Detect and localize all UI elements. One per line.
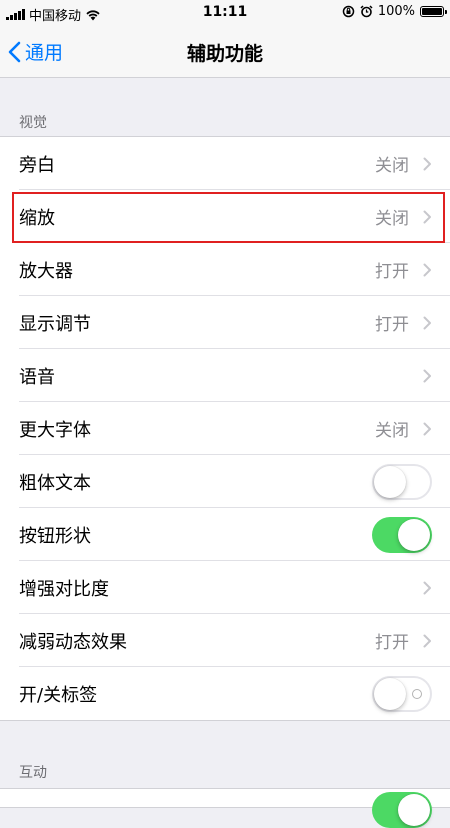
disclosure-indicator xyxy=(423,210,432,224)
chevron-right-icon xyxy=(423,581,431,594)
row-label: 开/关标签 xyxy=(19,684,98,706)
disclosure-indicator xyxy=(423,316,432,330)
row-label: 缩放 xyxy=(19,207,55,229)
settings-row[interactable]: 缩放 关闭 xyxy=(0,190,450,243)
settings-row[interactable]: 更大字体 关闭 xyxy=(0,402,450,455)
off-label-icon xyxy=(412,688,422,699)
disclosure-indicator xyxy=(423,263,432,277)
row-value: 关闭 xyxy=(375,156,409,176)
settings-row[interactable]: 开/关标签 xyxy=(0,667,450,720)
chevron-right-icon xyxy=(423,369,431,382)
settings-row[interactable]: 语音 xyxy=(0,349,450,402)
disclosure-indicator xyxy=(423,157,432,171)
row-label: 更大字体 xyxy=(19,419,91,441)
interaction-toggle[interactable] xyxy=(372,792,432,828)
rotation-lock-icon xyxy=(342,5,355,18)
settings-row[interactable]: 放大器 打开 xyxy=(0,243,450,296)
chevron-right-icon xyxy=(423,634,431,647)
row-label: 减弱动态效果 xyxy=(19,631,127,653)
row-label: 显示调节 xyxy=(19,313,91,335)
settings-row[interactable]: 减弱动态效果 打开 xyxy=(0,614,450,667)
settings-row[interactable]: 增强对比度 xyxy=(0,561,450,614)
toggle-knob xyxy=(374,465,406,498)
chevron-right-icon xyxy=(423,210,431,223)
settings-row[interactable]: 旁白 关闭 xyxy=(0,137,450,190)
disclosure-indicator xyxy=(423,369,432,383)
toggle-knob xyxy=(374,677,406,710)
battery-icon xyxy=(420,6,447,17)
chevron-right-icon xyxy=(423,157,431,170)
chevron-right-icon xyxy=(423,316,431,329)
alarm-icon xyxy=(360,5,373,18)
toggle-knob xyxy=(398,518,430,551)
toggle-switch[interactable] xyxy=(372,675,432,712)
chevron-right-icon xyxy=(423,422,431,435)
row-label: 语音 xyxy=(19,366,55,388)
settings-row[interactable]: 粗体文本 xyxy=(0,455,450,508)
toggle-switch[interactable] xyxy=(372,463,432,500)
row-label: 旁白 xyxy=(19,154,55,176)
toggle-switch[interactable] xyxy=(372,516,432,553)
row-label: 增强对比度 xyxy=(19,578,109,600)
interaction-settings-group xyxy=(0,788,450,828)
disclosure-indicator xyxy=(423,634,432,648)
section-header-interaction: 互动 xyxy=(19,765,47,781)
page-title: 辅助功能 xyxy=(186,43,263,65)
row-value: 关闭 xyxy=(375,209,409,229)
disclosure-indicator xyxy=(423,422,432,436)
row-label: 粗体文本 xyxy=(19,472,91,494)
battery-percent: 100% xyxy=(377,4,415,19)
navigation-bar: 通用 辅助功能 xyxy=(0,26,450,78)
disclosure-indicator xyxy=(423,581,432,595)
status-bar-right: 100% xyxy=(342,4,447,19)
chevron-right-icon xyxy=(423,263,431,276)
status-bar: 中国移动 11:11 100% xyxy=(0,0,450,26)
vision-settings-group: 旁白 关闭 缩放 关闭 放大器 打开 显示调节 打开 语音 更大字体 关闭 粗体文本 按钮形状 增强对比度… xyxy=(0,136,450,721)
row-value: 关闭 xyxy=(375,421,409,441)
settings-row[interactable]: 显示调节 打开 xyxy=(0,296,450,349)
section-header-vision: 视觉 xyxy=(19,115,47,131)
row-value: 打开 xyxy=(375,262,409,282)
row-value: 打开 xyxy=(375,633,409,653)
row-label: 按钮形状 xyxy=(19,525,91,547)
row-label: 放大器 xyxy=(19,260,73,282)
row-value: 打开 xyxy=(375,315,409,335)
settings-row[interactable]: 按钮形状 xyxy=(0,508,450,561)
